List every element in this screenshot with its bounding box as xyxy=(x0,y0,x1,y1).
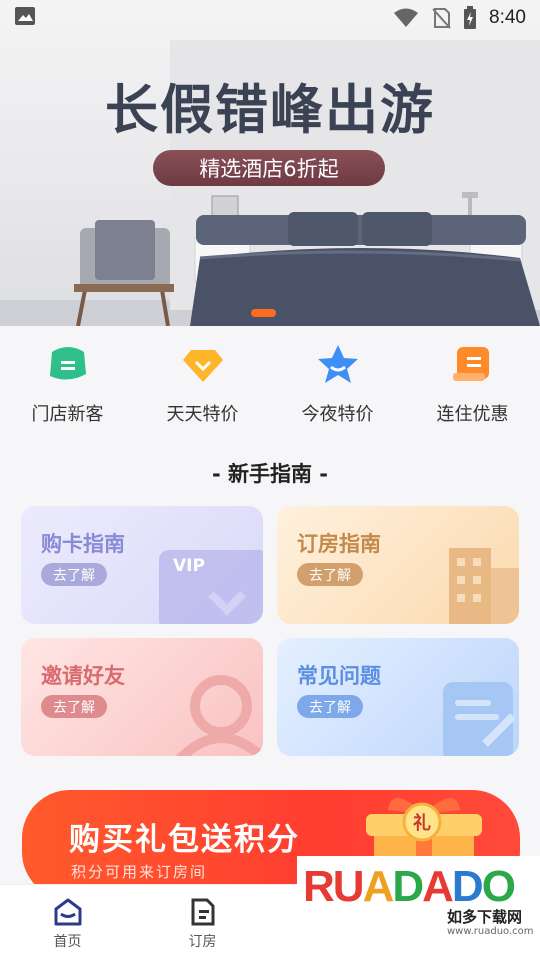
status-bar: 8:40 xyxy=(0,0,540,36)
daily-deal-diamond-icon xyxy=(181,342,225,386)
gallery-notification-icon xyxy=(15,7,35,25)
learn-more-button[interactable]: 去了解 xyxy=(297,695,363,718)
vip-card-icon xyxy=(159,550,263,624)
promo-subtitle: 积分可用来订房间 xyxy=(71,863,208,881)
gift-badge-text: 礼 xyxy=(413,812,431,834)
learn-more-button[interactable]: 去了解 xyxy=(41,695,107,718)
wifi-icon xyxy=(394,8,419,27)
guide-card-faq[interactable]: 常见问题 去了解 xyxy=(277,638,519,756)
learn-more-button[interactable]: 去了解 xyxy=(297,563,363,586)
quick-nav-tonight-deal[interactable]: 今夜特价 xyxy=(270,342,405,432)
faq-document-icon xyxy=(443,682,516,756)
promo-title: 购买礼包送积分 xyxy=(69,822,300,858)
quick-nav-consecutive-stay[interactable]: 连住优惠 xyxy=(405,342,540,432)
store-new-customer-icon xyxy=(46,342,90,386)
tonight-star-icon xyxy=(316,342,360,386)
quick-nav-daily-deal[interactable]: 天天特价 xyxy=(135,342,270,432)
consecutive-stay-icon xyxy=(451,342,495,386)
booking-icon xyxy=(191,898,214,926)
quick-nav-label: 门店新客 xyxy=(31,404,104,425)
vip-label: VIP xyxy=(173,556,205,576)
quick-nav-label: 连住优惠 xyxy=(436,404,509,425)
quick-nav-label: 今夜特价 xyxy=(301,404,374,425)
no-sim-icon xyxy=(432,8,451,29)
building-icon xyxy=(449,548,519,624)
banner-subtitle-pill: 精选酒店6折起 xyxy=(153,150,385,186)
site-watermark: RUADADO 如多下载网 www.ruaduo.com xyxy=(297,856,540,960)
home-icon xyxy=(54,898,81,926)
watermark-url: www.ruaduo.com xyxy=(447,926,534,937)
card-title: 邀请好友 xyxy=(41,664,125,688)
guide-card-buy-card[interactable]: VIP 购卡指南 去了解 xyxy=(21,506,263,624)
quick-nav: 门店新客 天天特价 今夜特价 连住优惠 xyxy=(0,342,540,432)
tab-label: 首页 xyxy=(53,934,82,950)
tab-label: 订房 xyxy=(188,934,217,950)
tab-booking[interactable]: 订房 xyxy=(135,885,270,960)
tab-home[interactable]: 首页 xyxy=(0,885,135,960)
watermark-cn: 如多下载网 xyxy=(447,908,523,926)
watermark-logo: RUADADO xyxy=(303,862,516,911)
carousel-indicator[interactable] xyxy=(251,309,276,317)
hero-banner[interactable]: 长假错峰出游 精选酒店6折起 xyxy=(0,0,540,326)
quick-nav-label: 天天特价 xyxy=(166,404,239,425)
friends-icon xyxy=(175,675,263,756)
guide-card-booking[interactable]: 订房指南 去了解 xyxy=(277,506,519,624)
banner-title: 长假错峰出游 xyxy=(105,79,435,141)
learn-more-button[interactable]: 去了解 xyxy=(41,563,107,586)
card-title: 常见问题 xyxy=(297,664,381,688)
card-title: 订房指南 xyxy=(297,532,381,556)
clock: 8:40 xyxy=(489,7,526,28)
card-title: 购卡指南 xyxy=(41,532,125,556)
section-title-guide: - 新手指南 - xyxy=(211,462,329,486)
quick-nav-store-new-customer[interactable]: 门店新客 xyxy=(0,342,135,432)
battery-charging-icon xyxy=(464,6,477,29)
guide-card-invite-friends[interactable]: 邀请好友 去了解 xyxy=(21,638,263,756)
